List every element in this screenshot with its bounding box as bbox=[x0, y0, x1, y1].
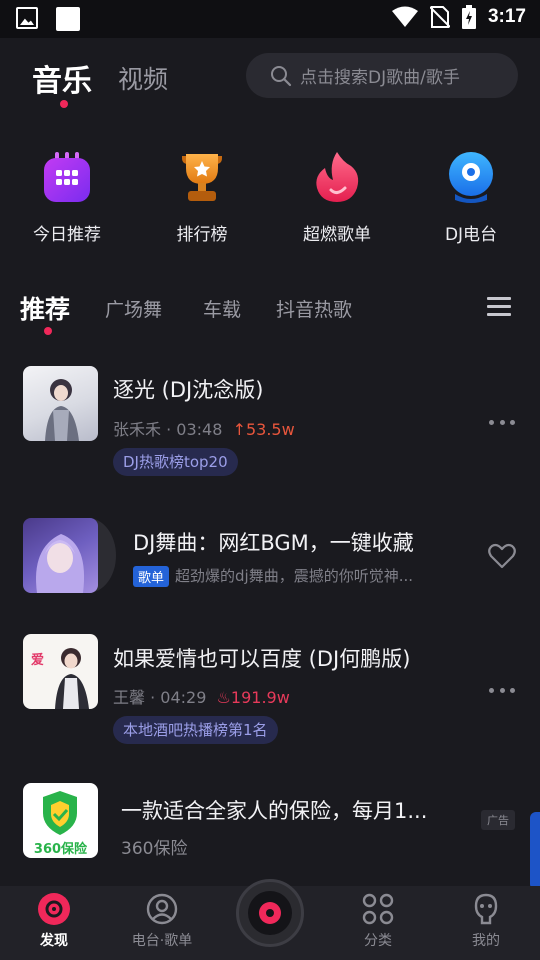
song-duration: 04:29 bbox=[160, 688, 207, 707]
category-menu-icon[interactable] bbox=[487, 297, 511, 317]
more-options-icon[interactable] bbox=[489, 420, 515, 426]
quick-entry-label: 今日推荐 bbox=[33, 225, 101, 245]
user-radio-icon bbox=[146, 893, 178, 925]
now-playing-disc-button[interactable] bbox=[236, 879, 304, 947]
nav-label: 分类 bbox=[364, 933, 392, 949]
song-tag[interactable]: DJ热歌榜top20 bbox=[113, 448, 238, 476]
fire-icon: ♨ bbox=[211, 688, 231, 707]
song-meta: 王馨 · 04:29 ♨191.9w bbox=[113, 688, 290, 707]
nav-profile[interactable]: 我的 bbox=[441, 892, 531, 950]
song-tag[interactable]: 本地酒吧热播榜第1名 bbox=[113, 716, 278, 744]
trophy-icon bbox=[182, 154, 222, 201]
search-placeholder: 点击搜索DJ歌曲/歌手 bbox=[300, 68, 460, 88]
status-time: 3:17 bbox=[487, 6, 526, 27]
song-plays: 191.9w bbox=[230, 688, 290, 707]
svg-text:爱: 爱 bbox=[31, 652, 44, 668]
grid-icon bbox=[362, 893, 394, 925]
record-icon bbox=[248, 891, 292, 935]
quick-entry-daily[interactable]: 今日推荐 bbox=[12, 150, 122, 245]
status-bar: 3:17 bbox=[0, 0, 540, 38]
ad-logo[interactable]: 360保险 bbox=[23, 783, 98, 858]
song-title[interactable]: 逐光 (DJ沈念版) bbox=[113, 374, 263, 404]
playlist-cover[interactable] bbox=[23, 518, 98, 593]
playlist-desc: 歌单 超劲爆的dj舞曲，震撼的你听觉神... bbox=[133, 565, 413, 587]
no-sim-icon bbox=[429, 6, 450, 28]
nav-discover[interactable]: 发现 bbox=[9, 892, 99, 950]
calendar-icon bbox=[44, 152, 90, 202]
quick-entry-hot-playlists[interactable]: 超燃歌单 bbox=[282, 150, 392, 245]
more-options-icon[interactable] bbox=[489, 688, 515, 694]
category-tab-car[interactable]: 车载 bbox=[203, 295, 241, 322]
playlist-title[interactable]: DJ舞曲：网红BGM，一键收藏 bbox=[133, 527, 414, 557]
battery-icon bbox=[461, 5, 476, 29]
disc-icon bbox=[38, 893, 70, 925]
trending-up-icon: ↑ bbox=[227, 420, 246, 439]
radio-icon bbox=[449, 152, 493, 203]
nav-label: 电台·歌单 bbox=[131, 933, 193, 949]
category-tab-recommend[interactable]: 推荐 bbox=[20, 290, 70, 326]
nav-radio-playlist[interactable]: 电台·歌单 bbox=[117, 892, 207, 950]
song-cover[interactable] bbox=[23, 366, 98, 441]
playlist-badge: 歌单 bbox=[133, 566, 170, 587]
song-duration: 03:48 bbox=[176, 420, 223, 439]
floating-side-tab[interactable] bbox=[530, 812, 540, 890]
quick-entry-dj-radio[interactable]: DJ电台 bbox=[416, 150, 526, 245]
tab-video[interactable]: 视频 bbox=[118, 60, 168, 96]
song-artist: 张禾禾 bbox=[113, 420, 162, 439]
quick-entry-label: 超燃歌单 bbox=[303, 225, 371, 245]
ad-brand: 360保险 bbox=[121, 839, 188, 859]
song-title[interactable]: 如果爱情也可以百度 (DJ何鹏版) bbox=[113, 643, 410, 673]
profile-icon bbox=[474, 893, 498, 925]
song-plays: 53.5w bbox=[245, 420, 295, 439]
image-notification-icon bbox=[16, 7, 38, 29]
nav-category[interactable]: 分类 bbox=[333, 892, 423, 950]
quick-entry-charts[interactable]: 排行榜 bbox=[147, 150, 257, 245]
song-artist: 王馨 bbox=[113, 688, 146, 707]
nav-label: 我的 bbox=[472, 933, 500, 949]
quick-entry-label: DJ电台 bbox=[444, 225, 498, 245]
heart-icon[interactable] bbox=[488, 543, 516, 569]
category-tab-douyin-hits[interactable]: 抖音热歌 bbox=[276, 295, 352, 322]
ad-badge: 广告 bbox=[481, 810, 515, 830]
search-icon bbox=[271, 65, 292, 86]
active-category-indicator bbox=[44, 327, 52, 335]
bottom-navigation: 发现 电台·歌单 分类 我的 bbox=[0, 879, 540, 960]
ad-logo-text: 360保险 bbox=[33, 842, 88, 857]
app-notification-icon bbox=[56, 7, 80, 31]
song-meta: 张禾禾 · 03:48 ↑53.5w bbox=[113, 420, 295, 439]
active-tab-indicator bbox=[60, 100, 68, 108]
flame-icon bbox=[316, 152, 359, 202]
quick-entry-label: 排行榜 bbox=[176, 225, 228, 245]
tab-music[interactable]: 音乐 bbox=[32, 56, 92, 100]
search-bar[interactable]: 点击搜索DJ歌曲/歌手 bbox=[246, 53, 518, 98]
category-tab-square-dance[interactable]: 广场舞 bbox=[105, 295, 162, 322]
wifi-icon bbox=[391, 6, 418, 27]
playlist-description: 超劲爆的dj舞曲，震撼的你听觉神... bbox=[175, 567, 414, 585]
ad-title[interactable]: 一款适合全家人的保险，每月1... bbox=[121, 795, 427, 825]
song-cover[interactable]: 爱 bbox=[23, 634, 98, 709]
nav-label: 发现 bbox=[40, 933, 68, 949]
